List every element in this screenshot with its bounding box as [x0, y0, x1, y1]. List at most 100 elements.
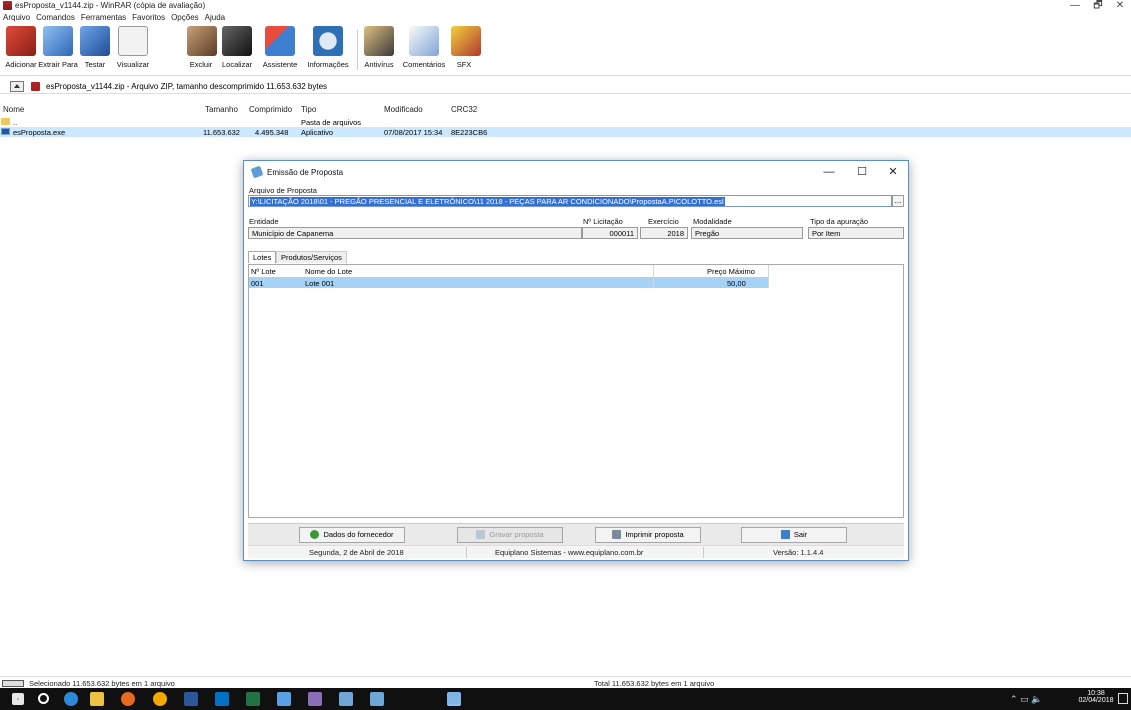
licitacao-field[interactable]: 000011 [582, 227, 638, 239]
notifications-icon[interactable] [1118, 693, 1128, 704]
tray-icons[interactable]: ⌃ ▭ 🔈 [1010, 694, 1042, 705]
save-icon [476, 530, 486, 539]
exercicio-field[interactable]: 2018 [640, 227, 688, 239]
modalidade-label: Modalidade [693, 217, 732, 226]
tray-date: 02/04/2018 [1078, 697, 1114, 704]
col-size[interactable]: Tamanho [205, 105, 238, 114]
tab-produtos-servicos[interactable]: Produtos/Serviços [276, 251, 347, 263]
start-button[interactable] [12, 693, 24, 705]
status-divider [466, 547, 467, 558]
find-icon [222, 26, 252, 56]
menu-favoritos[interactable]: Favoritos [129, 12, 168, 23]
proposal-taskbar-icon-2[interactable] [370, 692, 384, 706]
folder-icon [1, 118, 10, 125]
toolbar-sfx-button[interactable]: SFX [451, 26, 481, 74]
toolbar-separator [357, 30, 358, 70]
col-nome-lote[interactable]: Nome do Lote [305, 267, 352, 276]
file-list-header: Nome Tamanho Comprimido Tipo Modificado … [0, 104, 1131, 115]
toolbar-view-button[interactable]: Visualizar [113, 26, 153, 74]
winrar-status-bar: Selecionado 11.653.632 bytes em 1 arquiv… [0, 676, 1131, 688]
exit-icon [780, 530, 790, 539]
zip-archive-icon [31, 82, 40, 91]
col-preco-maximo[interactable]: Preço Máximo [707, 267, 755, 276]
modalidade-field[interactable]: Pregão [691, 227, 803, 239]
exe-file-icon [1, 128, 10, 135]
col-crc[interactable]: CRC32 [451, 105, 477, 114]
supplier-icon [310, 530, 320, 539]
grid-divider [768, 265, 769, 288]
entidade-label: Entidade [249, 217, 279, 226]
col-numero-lote[interactable]: Nº Lote [251, 267, 276, 276]
dialog-button-bar: Dados do fornecedor Gravar proposta Impr… [248, 523, 904, 545]
toolbar-extract-button[interactable]: Extrair Para [38, 26, 78, 74]
licitacao-label: Nº Licitação [583, 217, 623, 226]
status-total: Total 11.653.632 bytes em 1 arquivo [594, 679, 715, 688]
antivirus-icon [364, 26, 394, 56]
winrar-titlebar: esProposta_v1144.zip - WinRAR (cópia de … [0, 0, 1131, 12]
extract-to-icon [43, 26, 73, 56]
menu-opcoes[interactable]: Opções [168, 12, 202, 23]
col-name[interactable]: Nome [3, 105, 24, 114]
menu-ferramentas[interactable]: Ferramentas [78, 12, 129, 23]
minimize-button[interactable]: — [1063, 0, 1087, 12]
col-modified[interactable]: Modificado [384, 105, 423, 114]
tab-lotes[interactable]: Lotes [248, 251, 277, 263]
delete-icon [187, 26, 217, 56]
grid-divider [653, 265, 654, 288]
status-date: Segunda, 2 de Abril de 2018 [309, 548, 404, 557]
comments-icon [409, 26, 439, 56]
printer-icon [612, 530, 622, 539]
edge-icon[interactable] [64, 692, 78, 706]
dados-fornecedor-button[interactable]: Dados do fornecedor [299, 527, 405, 543]
sfx-icon [451, 26, 481, 56]
tray-clock[interactable]: 10:38 02/04/2018 [1076, 690, 1116, 704]
file-row[interactable]: .. Pasta de arquivos [0, 117, 1131, 127]
dialog-close-button[interactable]: ✕ [882, 164, 904, 180]
arquivo-label: Arquivo de Proposta [249, 186, 317, 195]
drive-icon [2, 680, 24, 687]
entidade-field[interactable]: Município de Capanema [248, 227, 582, 239]
dialog-title: Emissão de Proposta [267, 168, 344, 177]
gravar-proposta-button[interactable]: Gravar proposta [457, 527, 563, 543]
toolbar-find-button[interactable]: Localizar [217, 26, 257, 74]
sair-button[interactable]: Sair [741, 527, 847, 543]
maximize-button[interactable]: 🗗 [1086, 0, 1110, 12]
chrome-icon[interactable] [153, 692, 167, 706]
excel-icon[interactable] [246, 692, 260, 706]
menu-ajuda[interactable]: Ajuda [202, 12, 228, 23]
status-divider [703, 547, 704, 558]
file-explorer-icon[interactable] [90, 692, 104, 706]
table-row[interactable]: 001 Lote 001 50,00 [249, 277, 769, 288]
up-folder-button[interactable] [10, 81, 24, 92]
toolbar-comments-button[interactable]: Comentários [399, 26, 449, 74]
toolbar-info-button[interactable]: Informações [303, 26, 353, 74]
toolbar-wizard-button[interactable]: Assistente [259, 26, 301, 74]
calculator-app-icon[interactable] [308, 692, 322, 706]
browse-file-button[interactable]: ... [892, 195, 904, 207]
close-button[interactable]: ✕ [1108, 0, 1131, 12]
status-version: Versão: 1.1.4.4 [773, 548, 824, 557]
col-type[interactable]: Tipo [301, 105, 316, 114]
file-row[interactable]: esProposta.exe 11.653.632 4.495.348 Apli… [0, 127, 1131, 137]
search-icon[interactable] [38, 693, 49, 704]
toolbar-add-button[interactable]: Adicionar [4, 26, 38, 74]
dialog-minimize-button[interactable]: — [818, 164, 840, 180]
toolbar-test-button[interactable]: Testar [80, 26, 110, 74]
menu-arquivo[interactable]: Arquivo [0, 12, 33, 23]
col-packed[interactable]: Comprimido [249, 105, 292, 114]
firefox-icon[interactable] [121, 692, 135, 706]
proposal-taskbar-icon[interactable] [339, 692, 353, 706]
imprimir-proposta-button[interactable]: Imprimir proposta [595, 527, 701, 543]
network-app-icon[interactable] [277, 692, 291, 706]
menu-comandos[interactable]: Comandos [33, 12, 78, 23]
toolbar-antivirus-button[interactable]: Antivírus [361, 26, 397, 74]
arquivo-proposta-field[interactable]: Y:\LICITAÇÃO 2018\01 - PREGÃO PRESENCIAL… [248, 195, 892, 207]
proposal-active-taskbar-icon[interactable] [447, 692, 461, 706]
outlook-icon[interactable] [215, 692, 229, 706]
word-icon[interactable] [184, 692, 198, 706]
apuracao-field[interactable]: Por Item [808, 227, 904, 239]
toolbar-delete-button[interactable]: Excluir [187, 26, 217, 74]
menu-bar: Arquivo Comandos Ferramentas Favoritos Opçõe… [0, 12, 1131, 23]
dialog-status-bar: Segunda, 2 de Abril de 2018 Equiplano Si… [248, 545, 904, 558]
dialog-maximize-button[interactable]: ☐ [851, 164, 873, 180]
